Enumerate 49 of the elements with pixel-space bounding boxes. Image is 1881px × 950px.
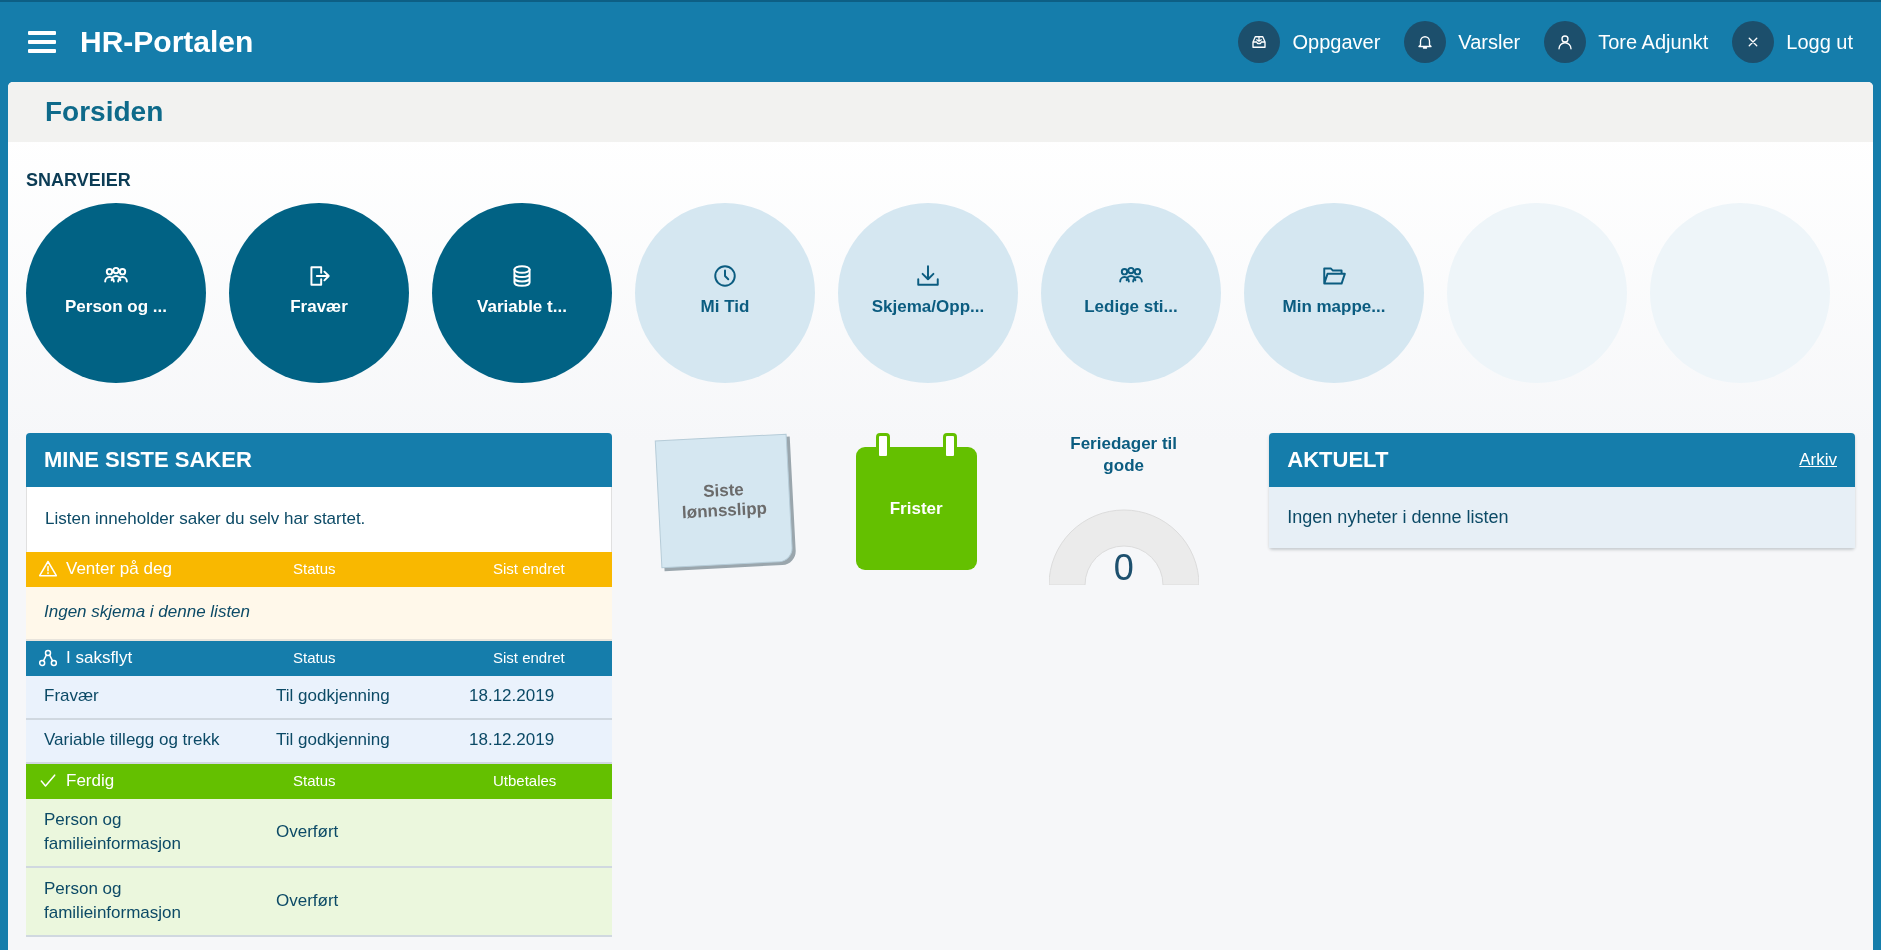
download-icon	[915, 263, 941, 289]
header-link[interactable]: Oppgaver	[1238, 21, 1381, 63]
shortcut-button[interactable]: Person og ...	[26, 203, 206, 383]
header-link[interactable]: Tore Adjunkt	[1544, 21, 1709, 63]
section-title: I saksflyt	[66, 646, 133, 669]
case-name: Fravær	[44, 685, 100, 708]
panel-title: AKTUELT	[1287, 447, 1389, 473]
shortcut-button[interactable]: Skjema/Opp...	[838, 203, 1018, 383]
empty-message: Ingen nyheter i denne listen	[1287, 507, 1509, 528]
case-status: Til godkjenning	[276, 729, 391, 752]
header-link[interactable]: Logg ut	[1732, 21, 1853, 63]
case-status: Til godkjenning	[276, 685, 391, 708]
column-header: Sist endret	[493, 648, 566, 669]
user-icon	[1556, 33, 1575, 51]
column-header: Status	[293, 771, 337, 792]
page-title: Forsiden	[45, 96, 164, 128]
case-name: Variable tillegg og trekk	[44, 729, 221, 752]
section-heading: SNARVEIER	[26, 170, 132, 191]
vacation-value: 0	[1113, 547, 1134, 590]
section-title: Venter på deg	[66, 557, 172, 580]
empty-message: Ingen skjema i denne listen	[44, 601, 251, 624]
case-date: 18.12.2019	[469, 729, 556, 752]
column-header: Status	[293, 559, 337, 580]
case-name: Person og familieinformasjon	[44, 808, 182, 856]
shortcut-button[interactable]: Mi Tid	[635, 203, 815, 383]
section-title: Ferdig	[66, 769, 115, 792]
panel-title: MINE SISTE SAKER	[26, 433, 612, 487]
case-date: 18.12.2019	[469, 685, 556, 708]
shortcut-button[interactable]: Ledige sti...	[1041, 203, 1221, 383]
shortcut-button[interactable]: Min mappe...	[1244, 203, 1424, 383]
clock-icon	[712, 263, 738, 289]
vacation-label: Feriedager til gode	[1069, 433, 1179, 478]
case-name: Person og familieinformasjon	[44, 877, 182, 925]
bell-icon	[1416, 33, 1435, 51]
case-status: Overført	[276, 820, 340, 843]
inbox-icon	[1250, 33, 1269, 51]
archive-link[interactable]: Arkiv	[1799, 450, 1837, 470]
app-title: HR-Portalen	[80, 25, 255, 59]
column-header: Utbetales	[493, 771, 558, 792]
shortcut-button[interactable]: Fravær	[229, 203, 409, 383]
column-header: Status	[293, 648, 337, 669]
column-header: Sist endret	[493, 559, 566, 580]
payslip-button[interactable]: Siste lønnsslipp	[654, 433, 793, 569]
flow-icon	[38, 648, 58, 669]
menu-icon[interactable]	[28, 31, 56, 53]
panel-description: Listen inneholder saker du selv har startet.	[45, 509, 366, 528]
shortcut-button[interactable]: Variable t...	[432, 203, 612, 383]
case-status: Overført	[276, 889, 340, 912]
header-link[interactable]: Varsler	[1404, 21, 1521, 63]
